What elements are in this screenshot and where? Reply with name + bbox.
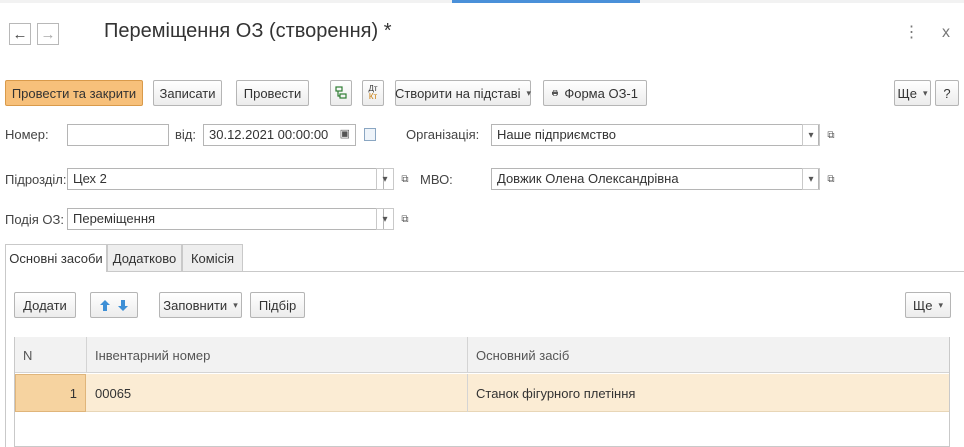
number-field[interactable] [67, 124, 169, 146]
close-icon[interactable]: x [942, 24, 950, 41]
pick-button[interactable]: Підбір [250, 292, 305, 318]
post-and-close-button[interactable]: Провести та закрити [5, 80, 143, 106]
dt-kt-icon-bottom: Кт [368, 92, 378, 101]
back-button[interactable]: ← [9, 23, 31, 45]
printer-icon [552, 90, 559, 96]
active-window-indicator [452, 0, 640, 3]
chevron-down-icon[interactable]: ▾ [802, 124, 820, 146]
department-field[interactable]: Цех 2 [67, 168, 384, 190]
column-header-asset[interactable]: Основний засіб [468, 337, 949, 373]
number-label: Номер: [5, 127, 49, 142]
arrow-down-icon[interactable] [117, 299, 129, 312]
column-header-n[interactable]: N [15, 337, 86, 373]
column-header-inventory[interactable]: Інвентарний номер [87, 337, 467, 373]
open-department-icon[interactable]: ⧉ [396, 168, 414, 190]
chevron-down-icon: ▾ [922, 87, 928, 98]
tab-fixed-assets[interactable]: Основні засоби [5, 244, 107, 272]
open-event-icon[interactable]: ⧉ [396, 208, 414, 230]
window-tools: ⋮ x [886, 22, 950, 42]
open-mvo-icon[interactable]: ⧉ [822, 168, 840, 190]
date-label: від: [175, 127, 196, 142]
fill-button[interactable]: Заповнити ▾ [159, 292, 242, 318]
arrow-left-icon: ← [12, 25, 28, 43]
chevron-down-icon: ▾ [938, 299, 943, 310]
mvo-label: МВО: [420, 172, 453, 187]
tab-additional[interactable]: Додатково [107, 244, 182, 271]
more-button[interactable]: Ще ▾ [894, 80, 931, 106]
print-form-button[interactable]: Форма ОЗ-1 [543, 80, 647, 106]
table-more-button[interactable]: Ще ▾ [905, 292, 951, 318]
chevron-down-icon[interactable]: ▾ [802, 168, 820, 190]
structure-icon [335, 86, 347, 99]
add-button[interactable]: Додати [14, 292, 76, 318]
more-actions-icon[interactable]: ⋮ [904, 24, 920, 41]
move-buttons[interactable] [90, 292, 138, 318]
chevron-down-icon: ▾ [233, 299, 238, 310]
save-button[interactable]: Записати [153, 80, 222, 106]
arrow-right-icon: → [40, 25, 56, 43]
tab-commission[interactable]: Комісія [182, 244, 243, 271]
calendar-icon[interactable]: ▣ [340, 127, 350, 143]
structure-button[interactable] [330, 80, 352, 106]
event-label: Подія ОЗ: [5, 212, 64, 227]
date-field[interactable]: 30.12.2021 00:00:00 ▣ [203, 124, 356, 146]
chevron-down-icon[interactable]: ▾ [376, 168, 394, 190]
row-number-cell[interactable]: 1 [15, 374, 86, 412]
help-button[interactable]: ? [935, 80, 959, 106]
asset-cell[interactable]: Станок фігурного плетіння [468, 374, 949, 412]
open-organization-icon[interactable]: ⧉ [822, 124, 840, 146]
department-label: Підрозділ: [5, 172, 67, 187]
forward-button[interactable]: → [37, 23, 59, 45]
event-field[interactable]: Переміщення [67, 208, 384, 230]
inventory-number-cell[interactable]: 00065 [87, 374, 467, 412]
chevron-down-icon[interactable]: ▾ [376, 208, 394, 230]
create-based-on-button[interactable]: Створити на підставі ▾ [395, 80, 531, 106]
page-title: Переміщення ОЗ (створення) * [104, 20, 392, 42]
organization-field[interactable]: Наше підприємство [491, 124, 819, 146]
mvo-field[interactable]: Довжик Олена Олександрівна [491, 168, 819, 190]
arrow-up-icon[interactable] [99, 299, 111, 312]
chevron-down-icon: ▾ [526, 87, 532, 98]
document-list-icon[interactable] [364, 128, 376, 141]
post-button[interactable]: Провести [236, 80, 309, 106]
organization-label: Організація: [406, 127, 480, 142]
dt-kt-button[interactable]: Дт Кт [362, 80, 384, 106]
